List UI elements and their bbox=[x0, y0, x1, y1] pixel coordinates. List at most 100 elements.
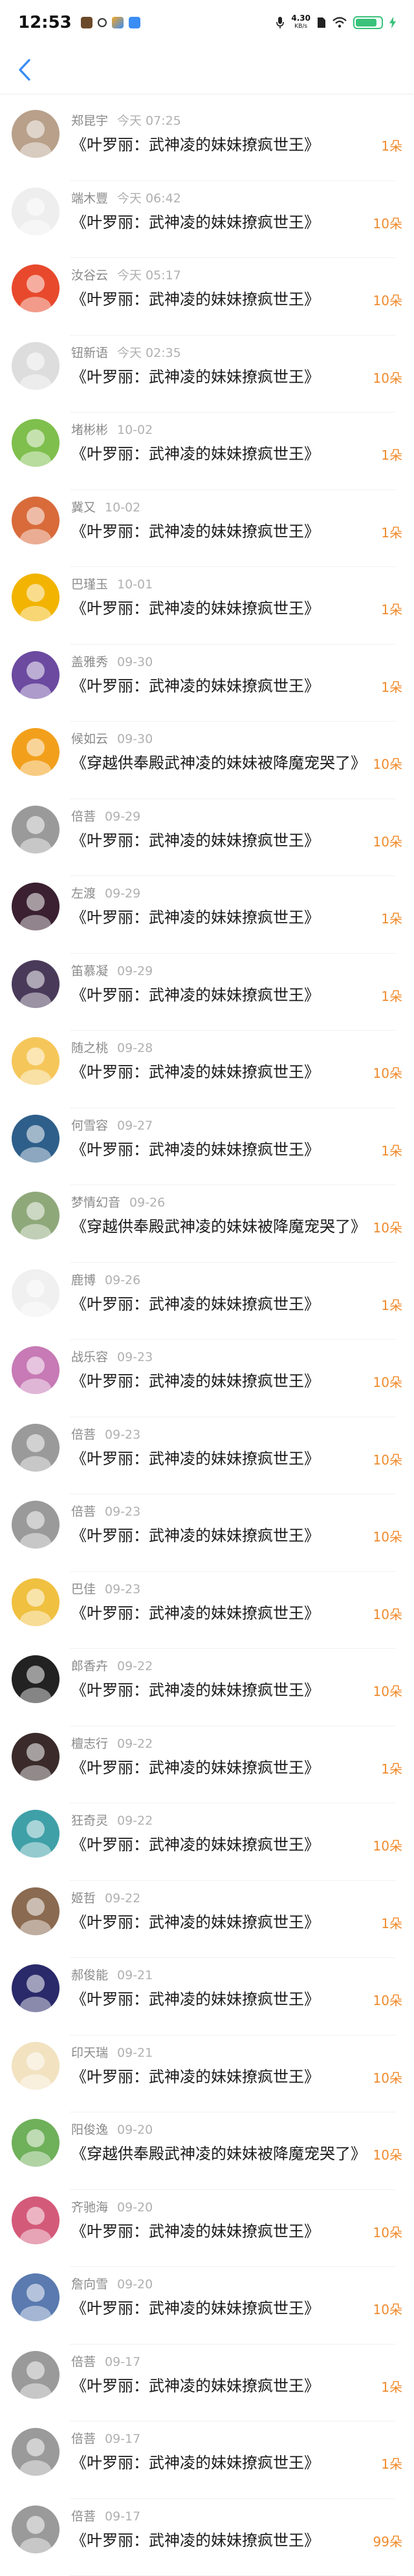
book-title[interactable]: 《叶罗丽：武神凌的妹妹撩疯世王》 bbox=[71, 519, 320, 541]
user-name[interactable]: 倍菩 bbox=[71, 2355, 96, 2369]
list-item[interactable]: 候如云09-30《穿越供奉殿武神凌的妹妹被降魔宠哭了》10朵 bbox=[0, 722, 414, 799]
list-item[interactable]: 郝俊能09-21《叶罗丽：武神凌的妹妹撩疯世王》10朵 bbox=[0, 1958, 414, 2035]
list-item[interactable]: 端木豐今天 06:42《叶罗丽：武神凌的妹妹撩疯世王》10朵 bbox=[0, 181, 414, 259]
avatar[interactable] bbox=[12, 110, 60, 158]
book-title[interactable]: 《叶罗丽：武神凌的妹妹撩疯世王》 bbox=[71, 1909, 320, 1932]
user-name[interactable]: 巴佳 bbox=[71, 1582, 96, 1596]
back-button[interactable] bbox=[12, 57, 38, 83]
list-item[interactable]: 战乐容09-23《叶罗丽：武神凌的妹妹撩疯世王》10朵 bbox=[0, 1340, 414, 1417]
book-title[interactable]: 《叶罗丽：武神凌的妹妹撩疯世王》 bbox=[71, 596, 320, 618]
book-title[interactable]: 《叶罗丽：武神凌的妹妹撩疯世王》 bbox=[71, 209, 320, 232]
book-title[interactable]: 《穿越供奉殿武神凌的妹妹被降魔宠哭了》 bbox=[71, 2141, 366, 2163]
book-title[interactable]: 《叶罗丽：武神凌的妹妹撩疯世王》 bbox=[71, 132, 320, 155]
avatar[interactable] bbox=[12, 728, 60, 776]
list-item[interactable]: 巴瑾玉10-01《叶罗丽：武神凌的妹妹撩疯世王》1朵 bbox=[0, 567, 414, 645]
list-item[interactable]: 巴佳09-23《叶罗丽：武神凌的妹妹撩疯世王》10朵 bbox=[0, 1572, 414, 1649]
user-name[interactable]: 汝谷云 bbox=[71, 268, 108, 283]
list-item[interactable]: 左渡09-29《叶罗丽：武神凌的妹妹撩疯世王》1朵 bbox=[0, 876, 414, 954]
user-name[interactable]: 战乐容 bbox=[71, 1350, 108, 1364]
book-title[interactable]: 《叶罗丽：武神凌的妹妹撩疯世王》 bbox=[71, 828, 320, 850]
user-name[interactable]: 倍菩 bbox=[71, 810, 96, 824]
user-name[interactable]: 笛慕凝 bbox=[71, 964, 108, 978]
user-name[interactable]: 齐驰海 bbox=[71, 2200, 108, 2215]
list-item[interactable]: 何雪容09-27《叶罗丽：武神凌的妹妹撩疯世王》1朵 bbox=[0, 1108, 414, 1186]
user-name[interactable]: 堵彬彬 bbox=[71, 423, 108, 437]
avatar[interactable] bbox=[12, 806, 60, 853]
avatar[interactable] bbox=[12, 1655, 60, 1703]
user-name[interactable]: 左渡 bbox=[71, 886, 96, 901]
book-title[interactable]: 《叶罗丽：武神凌的妹妹撩疯世王》 bbox=[71, 982, 320, 1005]
list-item[interactable]: 汝谷云今天 05:17《叶罗丽：武神凌的妹妹撩疯世王》10朵 bbox=[0, 258, 414, 336]
user-name[interactable]: 冀又 bbox=[71, 500, 96, 515]
avatar[interactable] bbox=[12, 2351, 60, 2399]
user-name[interactable]: 端木豐 bbox=[71, 191, 108, 206]
list-item[interactable]: 钮新语今天 02:35《叶罗丽：武神凌的妹妹撩疯世王》10朵 bbox=[0, 336, 414, 413]
book-title[interactable]: 《叶罗丽：武神凌的妹妹撩疯世王》 bbox=[71, 1059, 320, 1082]
list-item[interactable]: 梦情幻音09-26《穿越供奉殿武神凌的妹妹被降魔宠哭了》10朵 bbox=[0, 1185, 414, 1263]
user-name[interactable]: 狂奇灵 bbox=[71, 1814, 108, 1828]
avatar[interactable] bbox=[12, 574, 60, 621]
book-title[interactable]: 《叶罗丽：武神凌的妹妹撩疯世王》 bbox=[71, 2373, 320, 2396]
user-name[interactable]: 郝俊能 bbox=[71, 1968, 108, 1982]
book-title[interactable]: 《叶罗丽：武神凌的妹妹撩疯世王》 bbox=[71, 1368, 320, 1391]
user-name[interactable]: 盖雅秀 bbox=[71, 655, 108, 669]
book-title[interactable]: 《叶罗丽：武神凌的妹妹撩疯世王》 bbox=[71, 2064, 320, 2087]
avatar[interactable] bbox=[12, 651, 60, 699]
list-item[interactable]: 齐驰海09-20《叶罗丽：武神凌的妹妹撩疯世王》10朵 bbox=[0, 2190, 414, 2268]
avatar[interactable] bbox=[12, 1578, 60, 1626]
user-name[interactable]: 随之桃 bbox=[71, 1041, 108, 1055]
user-name[interactable]: 倍菩 bbox=[71, 1505, 96, 1519]
avatar[interactable] bbox=[12, 188, 60, 235]
list-item[interactable]: 倍菩09-29《叶罗丽：武神凌的妹妹撩疯世王》10朵 bbox=[0, 799, 414, 877]
book-title[interactable]: 《叶罗丽：武神凌的妹妹撩疯世王》 bbox=[71, 1677, 320, 1700]
list-item[interactable]: 狂奇灵09-22《叶罗丽：武神凌的妹妹撩疯世王》10朵 bbox=[0, 1803, 414, 1881]
book-title[interactable]: 《穿越供奉殿武神凌的妹妹被降魔宠哭了》 bbox=[71, 1214, 366, 1236]
book-title[interactable]: 《叶罗丽：武神凌的妹妹撩疯世王》 bbox=[71, 441, 320, 464]
list-item[interactable]: 詹向雪09-20《叶罗丽：武神凌的妹妹撩疯世王》10朵 bbox=[0, 2267, 414, 2345]
avatar[interactable] bbox=[12, 960, 60, 1008]
user-name[interactable]: 詹向雪 bbox=[71, 2277, 108, 2292]
book-title[interactable]: 《叶罗丽：武神凌的妹妹撩疯世王》 bbox=[71, 1446, 320, 1468]
list-item[interactable]: 盖雅秀09-30《叶罗丽：武神凌的妹妹撩疯世王》1朵 bbox=[0, 645, 414, 722]
avatar[interactable] bbox=[12, 2042, 60, 2090]
list-item[interactable]: 冀又10-02《叶罗丽：武神凌的妹妹撩疯世王》1朵 bbox=[0, 490, 414, 568]
list-item[interactable]: 姬哲09-22《叶罗丽：武神凌的妹妹撩疯世王》1朵 bbox=[0, 1881, 414, 1959]
avatar[interactable] bbox=[12, 883, 60, 930]
list-item[interactable]: 笛慕凝09-29《叶罗丽：武神凌的妹妹撩疯世王》1朵 bbox=[0, 954, 414, 1031]
avatar[interactable] bbox=[12, 1269, 60, 1317]
user-name[interactable]: 倍菩 bbox=[71, 2509, 96, 2524]
list-item[interactable]: 郑昆宇今天 07:25《叶罗丽：武神凌的妹妹撩疯世王》1朵 bbox=[0, 103, 414, 181]
list-item[interactable]: 倍菩09-17《叶罗丽：武神凌的妹妹撩疯世王》1朵 bbox=[0, 2421, 414, 2499]
avatar[interactable] bbox=[12, 497, 60, 544]
book-title[interactable]: 《叶罗丽：武神凌的妹妹撩疯世王》 bbox=[71, 1600, 320, 1623]
list-item[interactable]: 倍菩09-17《叶罗丽：武神凌的妹妹撩疯世王》99朵 bbox=[0, 2499, 414, 2576]
avatar[interactable] bbox=[12, 342, 60, 390]
book-title[interactable]: 《叶罗丽：武神凌的妹妹撩疯世王》 bbox=[71, 1986, 320, 2009]
chevron-left-icon[interactable] bbox=[17, 58, 32, 81]
avatar[interactable] bbox=[12, 419, 60, 467]
avatar[interactable] bbox=[12, 1733, 60, 1781]
user-name[interactable]: 郎香卉 bbox=[71, 1659, 108, 1673]
user-name[interactable]: 鹿博 bbox=[71, 1273, 96, 1287]
list-item[interactable]: 随之桃09-28《叶罗丽：武神凌的妹妹撩疯世王》10朵 bbox=[0, 1031, 414, 1108]
user-name[interactable]: 巴瑾玉 bbox=[71, 577, 108, 592]
avatar[interactable] bbox=[12, 1424, 60, 1472]
avatar[interactable] bbox=[12, 1964, 60, 2012]
user-name[interactable]: 姬哲 bbox=[71, 1891, 96, 1905]
avatar[interactable] bbox=[12, 1346, 60, 1394]
user-name[interactable]: 候如云 bbox=[71, 732, 108, 746]
user-name[interactable]: 倍菩 bbox=[71, 1428, 96, 1442]
avatar[interactable] bbox=[12, 1887, 60, 1935]
book-title[interactable]: 《叶罗丽：武神凌的妹妹撩疯世王》 bbox=[71, 1523, 320, 1545]
avatar[interactable] bbox=[12, 1192, 60, 1240]
user-name[interactable]: 何雪容 bbox=[71, 1119, 108, 1133]
list-item[interactable]: 檀志行09-22《叶罗丽：武神凌的妹妹撩疯世王》1朵 bbox=[0, 1726, 414, 1804]
book-title[interactable]: 《叶罗丽：武神凌的妹妹撩疯世王》 bbox=[71, 905, 320, 927]
book-title[interactable]: 《叶罗丽：武神凌的妹妹撩疯世王》 bbox=[71, 2528, 320, 2550]
book-title[interactable]: 《叶罗丽：武神凌的妹妹撩疯世王》 bbox=[71, 1832, 320, 1854]
avatar[interactable] bbox=[12, 1501, 60, 1549]
avatar[interactable] bbox=[12, 2119, 60, 2167]
avatar[interactable] bbox=[12, 264, 60, 312]
list-item[interactable]: 倍菩09-23《叶罗丽：武神凌的妹妹撩疯世王》10朵 bbox=[0, 1494, 414, 1572]
book-title[interactable]: 《叶罗丽：武神凌的妹妹撩疯世王》 bbox=[71, 673, 320, 696]
